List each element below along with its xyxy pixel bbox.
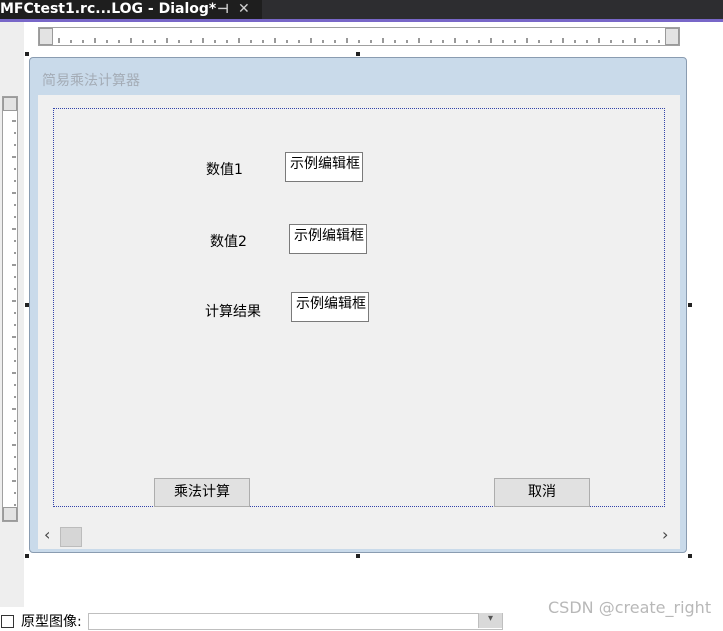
pin-icon[interactable]: ⊣ (217, 0, 229, 19)
resize-handle-right[interactable] (688, 303, 692, 307)
dialog-client-area[interactable]: 数值1 示例编辑框 数值2 示例编辑框 计算结果 示例编辑框 乘法计算 取消 (38, 95, 680, 549)
document-tab-bar: MFCtest1.rc...LOG - Dialog* ⊣ ✕ (0, 0, 723, 19)
resize-handle-bottom[interactable] (356, 554, 360, 558)
edit-value1[interactable]: 示例编辑框 (285, 152, 363, 182)
tab-title: MFCtest1.rc...LOG - Dialog* (0, 1, 217, 17)
resize-handle-bottom-right[interactable] (688, 554, 692, 558)
close-icon[interactable]: ✕ (238, 0, 250, 19)
scroll-thumb[interactable] (60, 527, 82, 547)
resize-handle-bottom-left[interactable] (25, 554, 29, 558)
resize-handle-top[interactable] (356, 52, 360, 56)
label-value1: 数值1 (206, 162, 243, 178)
multiply-button[interactable]: 乘法计算 (154, 478, 250, 507)
label-value2: 数值2 (210, 234, 247, 250)
horizontal-ruler[interactable] (38, 27, 680, 46)
vertical-ruler[interactable] (2, 96, 18, 522)
ruler-ticks (58, 38, 672, 43)
scroll-right-icon[interactable]: › (662, 525, 668, 544)
dialog-title: 简易乘法计算器 (42, 73, 140, 89)
watermark: CSDN @create_right (548, 598, 712, 617)
prototype-image-combo[interactable] (88, 613, 503, 630)
dialog-window[interactable]: 简易乘法计算器 数值1 示例编辑框 数值2 示例编辑框 计算结果 示例编辑框 乘… (29, 57, 687, 553)
cancel-button[interactable]: 取消 (494, 478, 590, 507)
horizontal-scrollbar[interactable]: ‹ › (38, 524, 675, 547)
prototype-image-checkbox[interactable] (1, 615, 14, 628)
scroll-left-icon[interactable]: ‹ (44, 525, 50, 544)
tab-dialog-document[interactable]: MFCtest1.rc...LOG - Dialog* ⊣ ✕ (0, 0, 262, 19)
edit-value2[interactable]: 示例编辑框 (289, 224, 367, 254)
ruler-right-cap[interactable] (665, 28, 679, 45)
vruler-ticks (12, 120, 16, 506)
resize-handle-top-left[interactable] (25, 52, 29, 56)
vruler-bottom-cap[interactable] (3, 507, 17, 521)
edit-result[interactable]: 示例编辑框 (291, 292, 369, 322)
prototype-image-label: 原型图像: (21, 614, 82, 630)
label-result: 计算结果 (205, 304, 261, 320)
combo-dropdown-icon[interactable]: ▾ (478, 613, 502, 628)
